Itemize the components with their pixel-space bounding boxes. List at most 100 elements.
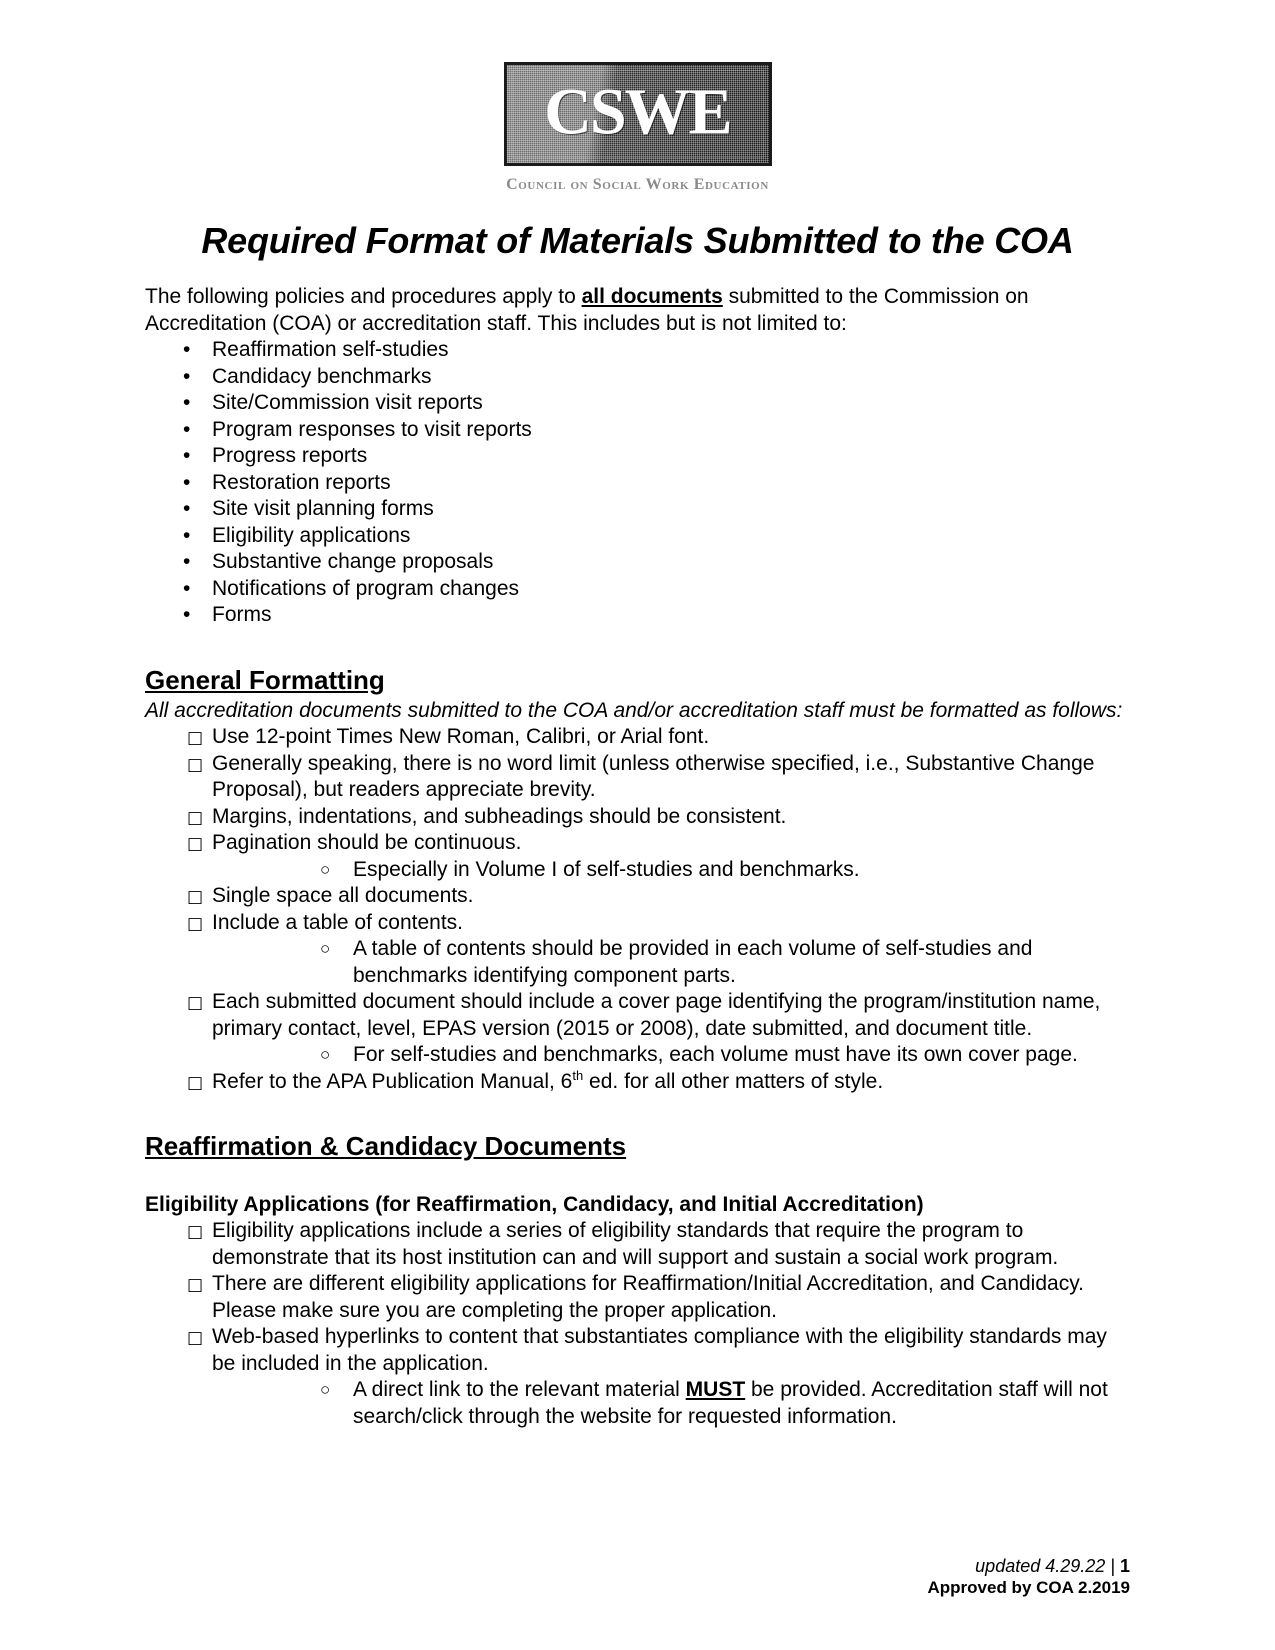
- list-item-label: Refer to the APA Publication Manual, 6: [212, 1069, 573, 1093]
- sub-list-item: ○ For self-studies and benchmarks, each v…: [212, 1042, 1130, 1069]
- general-formatting-list: □ Use 12-point Times New Roman, Calibri, …: [145, 724, 1130, 1095]
- page-title: Required Format of Materials Submitted t…: [201, 220, 1074, 261]
- sub-list-item-emphasis: MUST: [685, 1378, 746, 1401]
- section-heading-reaffirmation: Reaffirmation & Candidacy Documents: [145, 1131, 627, 1161]
- intro-emphasis: all documents: [581, 285, 723, 308]
- circle-bullet-icon: ○: [320, 1045, 331, 1064]
- footer-updated: updated 4.29.22 | 1: [928, 1555, 1130, 1577]
- list-item-label: Eligibility applications: [212, 523, 411, 547]
- eligibility-applications-list: □ Eligibility applications include a seri…: [145, 1218, 1130, 1430]
- list-item: • Forms: [145, 602, 1130, 629]
- disc-bullet-icon: •: [183, 603, 191, 626]
- list-item-label: Use 12-point Times New Roman, Calibri, o…: [212, 725, 710, 748]
- square-bullet-icon: □: [187, 834, 204, 854]
- square-bullet-icon: □: [187, 1328, 204, 1348]
- list-item-label: There are different eligibility applicat…: [212, 1272, 1084, 1322]
- list-item-label: Substantive change proposals: [212, 550, 494, 573]
- sub-list-item-label: A table of contents should be provided i…: [353, 937, 1033, 987]
- logo-block: CSWE Council on Social Work Education: [145, 0, 1130, 194]
- disc-bullet-icon: •: [183, 550, 191, 573]
- list-item: • Notifications of program changes: [145, 576, 1130, 603]
- intro-list: • Reaffirmation self-studies • Candidacy be…: [145, 337, 1130, 629]
- list-item: □ Single space all documents.: [145, 883, 1130, 910]
- general-formatting-lead-in: All accreditation documents submitted to…: [145, 698, 1123, 722]
- list-item-label: Forms: [212, 603, 272, 626]
- list-item: • Site visit planning forms: [145, 496, 1130, 523]
- list-item-label: Restoration reports: [212, 470, 391, 494]
- sub-list-item-label: For self-studies and benchmarks, each vo…: [353, 1043, 1078, 1066]
- list-item-label: Reaffirmation self-studies: [212, 338, 449, 361]
- disc-bullet-icon: •: [183, 470, 191, 494]
- list-item: • Candidacy benchmarks: [145, 364, 1130, 391]
- sub-list: ○ A table of contents should be provided …: [212, 936, 1130, 989]
- intro-text-before: The following policies and procedures ap…: [145, 285, 582, 308]
- list-item: □ Eligibility applications include a seri…: [145, 1218, 1130, 1271]
- list-item-label: Margins, indentations, and subheadings s…: [212, 804, 787, 828]
- footer-approved: Approved by COA 2.2019: [927, 1578, 1131, 1597]
- disc-bullet-icon: •: [183, 338, 191, 361]
- cswe-logo-icon: CSWE: [503, 62, 772, 166]
- list-item: □ Each submitted document should include …: [145, 989, 1130, 1069]
- list-item: □ Use 12-point Times New Roman, Calibri, …: [145, 724, 1130, 751]
- circle-bullet-icon: ○: [320, 1380, 331, 1399]
- list-item-label: Single space all documents.: [212, 884, 474, 907]
- disc-bullet-icon: •: [183, 497, 191, 520]
- square-bullet-icon: □: [187, 1222, 204, 1242]
- list-item-label: Include a table of contents.: [212, 910, 464, 934]
- list-item-label: Each submitted document should include a…: [212, 990, 1101, 1040]
- list-item-label: Pagination should be continuous.: [212, 831, 522, 854]
- square-bullet-icon: □: [187, 887, 204, 907]
- list-item-label: Site/Commission visit reports: [212, 391, 483, 414]
- square-bullet-icon: □: [187, 1275, 204, 1295]
- list-item-label: Program responses to visit reports: [212, 417, 532, 441]
- list-item-label: Notifications of program changes: [212, 576, 519, 600]
- square-bullet-icon: □: [187, 807, 204, 828]
- disc-bullet-icon: •: [183, 576, 191, 600]
- list-item-label: Web-based hyperlinks to content that sub…: [212, 1325, 1107, 1375]
- disc-bullet-icon: •: [183, 523, 191, 547]
- reaffirmation-section: Reaffirmation & Candidacy Documents: [145, 1095, 1130, 1164]
- ordinal-superscript: th: [572, 1067, 584, 1083]
- list-item: • Restoration reports: [145, 470, 1130, 497]
- sub-list-item: ○ Especially in Volume I of self-studies …: [212, 857, 1130, 884]
- page-footer: updated 4.29.22 | 1 Approved by COA 2.20…: [928, 1555, 1131, 1598]
- list-item: • Site/Commission visit reports: [145, 390, 1130, 417]
- sub-list: ○ Especially in Volume I of self-studies …: [212, 857, 1130, 884]
- sub-list-item: ○ A direct link to the relevant material …: [212, 1377, 1130, 1430]
- logo-subtitle: Council on Social Work Education: [506, 176, 769, 193]
- subsection-heading-eligibility-applications: Eligibility Applications (for Reaffirmat…: [145, 1193, 924, 1216]
- disc-bullet-icon: •: [183, 444, 191, 467]
- disc-bullet-icon: •: [183, 417, 191, 441]
- disc-bullet-icon: •: [183, 391, 191, 414]
- list-item-label: Site visit planning forms: [212, 497, 434, 520]
- list-item: • Program responses to visit reports: [145, 417, 1130, 444]
- footer-updated-label: updated 4.29.22 |: [975, 1556, 1120, 1576]
- list-item: □ Refer to the APA Publication Manual, 6t…: [145, 1067, 1130, 1096]
- list-item-label: Progress reports: [212, 444, 368, 467]
- list-item: □ Margins, indentations, and subheadings …: [145, 804, 1130, 831]
- sub-list-item: ○ A table of contents should be provided …: [212, 936, 1130, 989]
- square-bullet-icon: □: [187, 993, 204, 1013]
- sub-list: ○ A direct link to the relevant material …: [212, 1377, 1130, 1430]
- list-item: □ Include a table of contents. ○ A table of…: [145, 910, 1130, 990]
- circle-bullet-icon: ○: [320, 939, 331, 958]
- sub-list-item-label: A direct link to the relevant material: [353, 1378, 686, 1401]
- circle-bullet-icon: ○: [320, 859, 331, 879]
- logo-wordmark: CSWE: [544, 75, 732, 149]
- square-bullet-icon: □: [187, 1072, 204, 1093]
- list-item: • Substantive change proposals: [145, 549, 1130, 576]
- general-formatting-section: General Formatting: [145, 629, 1130, 698]
- document-page: CSWE Council on Social Work Education Re…: [0, 0, 1275, 1650]
- square-bullet-icon: □: [187, 913, 204, 934]
- list-item-label: Candidacy benchmarks: [212, 364, 432, 388]
- footer-page-number: 1: [1119, 1556, 1130, 1576]
- square-bullet-icon: □: [187, 728, 204, 748]
- list-item: • Eligibility applications: [145, 523, 1130, 550]
- section-heading-general-formatting: General Formatting: [145, 664, 385, 695]
- list-item-label: Eligibility applications include a serie…: [212, 1219, 1059, 1269]
- square-bullet-icon: □: [187, 754, 204, 775]
- disc-bullet-icon: •: [183, 364, 191, 388]
- list-item-label-tail: ed. for all other matters of style.: [583, 1069, 884, 1093]
- list-item: □ Web-based hyperlinks to content that su…: [145, 1324, 1130, 1430]
- sub-list-item-label: Especially in Volume I of self-studies a…: [353, 857, 860, 881]
